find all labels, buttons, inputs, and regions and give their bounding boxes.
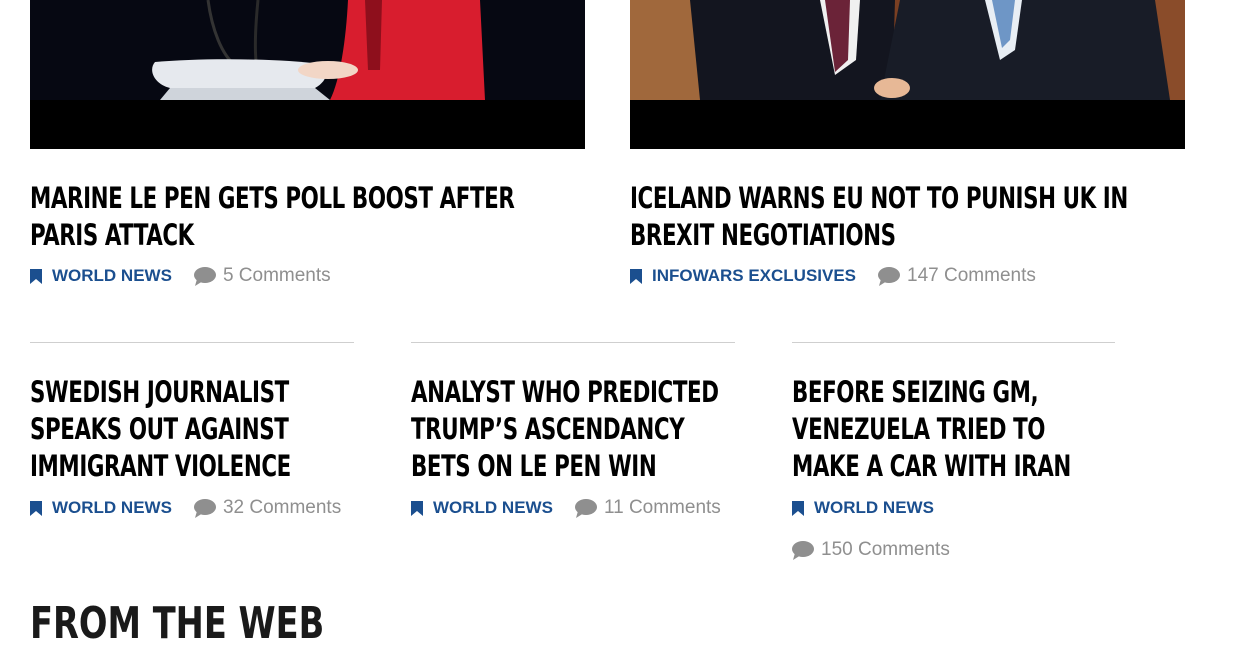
category-link[interactable]: WORLD NEWS [411, 498, 553, 518]
article-meta: WORLD NEWS [792, 496, 934, 520]
bookmark-icon [411, 500, 423, 516]
comments-count: 11 Comments [603, 497, 721, 518]
bookmark-icon [792, 500, 804, 516]
section-title: FROM THE WEB [30, 598, 325, 649]
article-meta: WORLD NEWS 32 Comments [30, 496, 341, 520]
category-label: WORLD NEWS [52, 498, 172, 517]
comment-bubble-icon [193, 498, 216, 518]
category-link[interactable]: WORLD NEWS [30, 266, 172, 286]
bookmark-icon [30, 268, 42, 284]
article-headline[interactable]: SWEDISH JOURNALIST SPEAKS OUT AGAINST IM… [30, 374, 342, 485]
category-link[interactable]: WORLD NEWS [792, 498, 934, 518]
comment-bubble-icon [193, 266, 216, 286]
article-meta: WORLD NEWS 11 Comments [411, 496, 721, 520]
comments-link[interactable]: 150 Comments [792, 539, 950, 561]
comment-bubble-icon [574, 498, 597, 518]
divider [30, 342, 354, 343]
article-headline[interactable]: ANALYST WHO PREDICTED TRUMP’S ASCENDANCY… [411, 374, 723, 485]
category-label: INFOWARS EXCLUSIVES [652, 266, 857, 285]
article-meta: INFOWARS EXCLUSIVES 147 Comments [630, 264, 1036, 288]
bookmark-icon [630, 268, 642, 284]
article-image-iceland[interactable] [630, 0, 1185, 149]
comments-count: 147 Comments [907, 265, 1036, 286]
category-label: WORLD NEWS [814, 498, 934, 517]
comments-count: 150 Comments [821, 539, 950, 560]
article-meta: WORLD NEWS 5 Comments [30, 264, 331, 288]
comments-link[interactable]: 32 Comments [193, 497, 342, 519]
comments-link[interactable]: 147 Comments [878, 265, 1036, 287]
category-label: WORLD NEWS [433, 498, 553, 517]
bookmark-icon [30, 500, 42, 516]
comment-bubble-icon [878, 266, 901, 286]
comments-count: 32 Comments [222, 497, 342, 518]
divider [411, 342, 735, 343]
divider [792, 342, 1115, 343]
comments-link[interactable]: 5 Comments [193, 265, 331, 287]
article-meta: 150 Comments [792, 538, 950, 562]
category-link[interactable]: INFOWARS EXCLUSIVES [630, 266, 856, 286]
category-label: WORLD NEWS [52, 266, 172, 285]
category-link[interactable]: WORLD NEWS [30, 498, 172, 518]
comments-count: 5 Comments [222, 265, 331, 286]
comment-bubble-icon [792, 540, 814, 560]
article-headline[interactable]: ICELAND WARNS EU NOT TO PUNISH UK IN BRE… [630, 180, 1171, 254]
article-image-le-pen[interactable] [30, 0, 585, 149]
article-headline[interactable]: BEFORE SEIZING GM, VENEZUELA TRIED TO MA… [792, 374, 1104, 485]
article-headline[interactable]: MARINE LE PEN GETS POLL BOOST AFTER PARI… [30, 180, 571, 254]
comments-link[interactable]: 11 Comments [574, 497, 721, 519]
